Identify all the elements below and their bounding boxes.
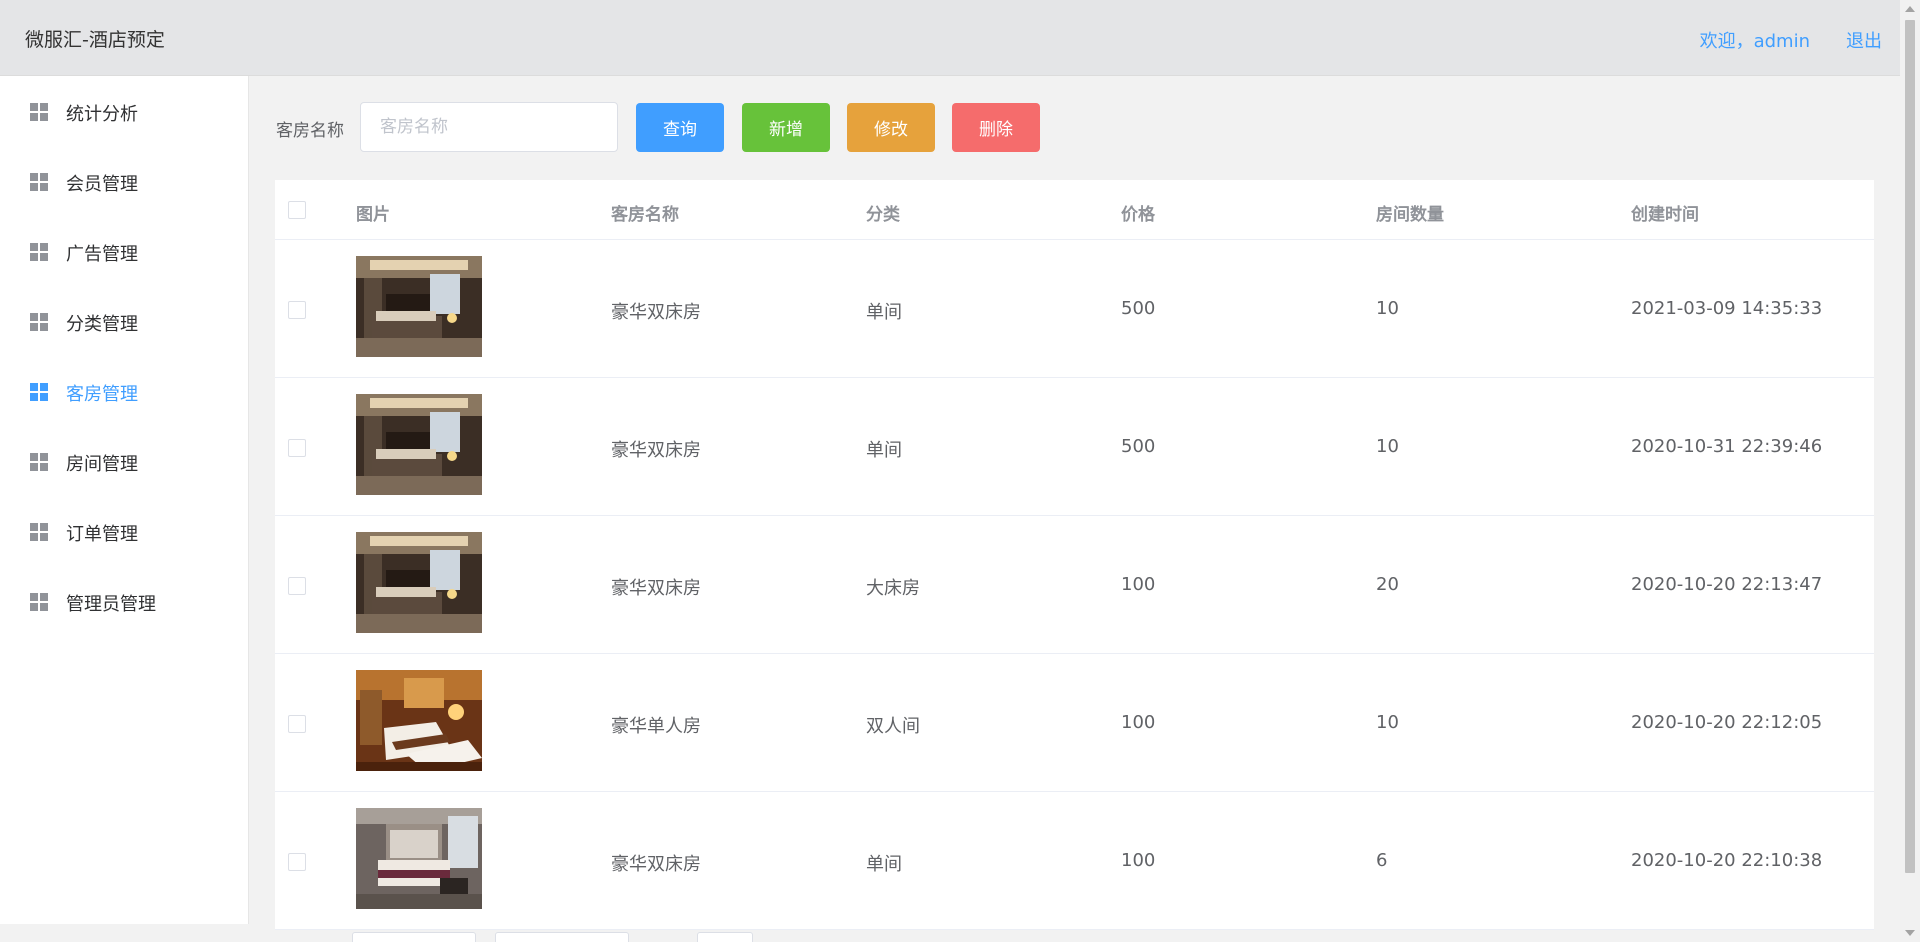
room-count-cell: 10 bbox=[1376, 712, 1399, 733]
sidebar-item-statistics[interactable]: 统计分析 bbox=[0, 76, 249, 146]
sidebar-item-label: 分类管理 bbox=[66, 314, 138, 335]
room-thumbnail bbox=[356, 256, 482, 357]
price-cell: 100 bbox=[1121, 712, 1156, 733]
select-all-checkbox[interactable] bbox=[288, 201, 306, 219]
sidebar-item-orders[interactable]: 订单管理 bbox=[0, 496, 249, 566]
pagination-control[interactable] bbox=[495, 932, 629, 942]
table-row[interactable]: 豪华双床房 单间 100 6 2020-10-20 22:10:38 bbox=[275, 792, 1874, 930]
table-row[interactable]: 豪华双床房 单间 500 10 2021-03-09 14:35:33 bbox=[275, 240, 1874, 378]
scroll-down-arrow-icon[interactable] bbox=[1905, 930, 1915, 936]
room-thumbnail bbox=[356, 532, 482, 633]
price-cell: 100 bbox=[1121, 850, 1156, 871]
room-name-search-input[interactable] bbox=[360, 102, 618, 152]
app-title: 微服汇-酒店预定 bbox=[25, 29, 165, 51]
sidebar: 统计分析 会员管理 广告管理 分类管理 客房管理 房间管理 订单管理 管理员管理 bbox=[0, 76, 249, 924]
grid-icon bbox=[30, 383, 48, 401]
row-checkbox[interactable] bbox=[288, 439, 306, 457]
query-button[interactable]: 查询 bbox=[636, 103, 724, 152]
created-time-cell: 2020-10-20 22:13:47 bbox=[1631, 574, 1823, 595]
grid-icon bbox=[30, 453, 48, 471]
sidebar-item-room-types[interactable]: 客房管理 bbox=[0, 356, 249, 426]
sidebar-item-label: 客房管理 bbox=[66, 384, 138, 405]
category-cell: 单间 bbox=[866, 302, 902, 323]
sidebar-item-label: 广告管理 bbox=[66, 244, 138, 265]
sidebar-item-members[interactable]: 会员管理 bbox=[0, 146, 249, 216]
grid-icon bbox=[30, 243, 48, 261]
table-row[interactable]: 豪华单人房 双人间 100 10 2020-10-20 22:12:05 bbox=[275, 654, 1874, 792]
room-count-cell: 10 bbox=[1376, 298, 1399, 319]
created-time-cell: 2020-10-20 22:10:38 bbox=[1631, 850, 1823, 871]
pagination-control[interactable] bbox=[352, 932, 476, 942]
column-header-room-count: 房间数量 bbox=[1376, 205, 1444, 225]
row-checkbox[interactable] bbox=[288, 853, 306, 871]
room-count-cell: 6 bbox=[1376, 850, 1388, 871]
scrollbar-thumb[interactable] bbox=[1905, 20, 1915, 873]
logout-link[interactable]: 退出 bbox=[1846, 27, 1882, 53]
room-name-cell: 豪华单人房 bbox=[611, 716, 701, 737]
room-thumbnail bbox=[356, 670, 482, 771]
room-table: 图片 客房名称 分类 价格 房间数量 创建时间 豪华双床房 单间 500 10 … bbox=[275, 180, 1874, 930]
main-content: 客房名称 查询 新增 修改 删除 图片 客房名称 分类 价格 房间数量 创建时间 bbox=[250, 76, 1900, 942]
table-row[interactable]: 豪华双床房 大床房 100 20 2020-10-20 22:13:47 bbox=[275, 516, 1874, 654]
price-cell: 500 bbox=[1121, 436, 1156, 457]
sidebar-item-admins[interactable]: 管理员管理 bbox=[0, 566, 249, 636]
sidebar-item-rooms[interactable]: 房间管理 bbox=[0, 426, 249, 496]
created-time-cell: 2021-03-09 14:35:33 bbox=[1631, 298, 1823, 319]
sidebar-item-label: 统计分析 bbox=[66, 104, 138, 125]
category-cell: 双人间 bbox=[866, 716, 920, 737]
room-name-cell: 豪华双床房 bbox=[611, 302, 701, 323]
grid-icon bbox=[30, 103, 48, 121]
category-cell: 单间 bbox=[866, 440, 902, 461]
sidebar-item-label: 房间管理 bbox=[66, 454, 138, 475]
category-cell: 单间 bbox=[866, 854, 902, 875]
column-header-category: 分类 bbox=[866, 205, 900, 225]
grid-icon bbox=[30, 313, 48, 331]
created-time-cell: 2020-10-31 22:39:46 bbox=[1631, 436, 1823, 457]
created-time-cell: 2020-10-20 22:12:05 bbox=[1631, 712, 1823, 733]
sidebar-item-categories[interactable]: 分类管理 bbox=[0, 286, 249, 356]
table-row[interactable]: 豪华双床房 单间 500 10 2020-10-31 22:39:46 bbox=[275, 378, 1874, 516]
grid-icon bbox=[30, 523, 48, 541]
price-cell: 500 bbox=[1121, 298, 1156, 319]
row-checkbox[interactable] bbox=[288, 301, 306, 319]
room-name-cell: 豪华双床房 bbox=[611, 854, 701, 875]
grid-icon bbox=[30, 173, 48, 191]
pagination-control[interactable] bbox=[697, 932, 753, 942]
sidebar-item-ads[interactable]: 广告管理 bbox=[0, 216, 249, 286]
welcome-user-link[interactable]: 欢迎，admin bbox=[1700, 27, 1810, 53]
top-header: 微服汇-酒店预定 欢迎，admin 退出 bbox=[0, 0, 1900, 76]
category-cell: 大床房 bbox=[866, 578, 920, 599]
table-header-row: 图片 客房名称 分类 价格 房间数量 创建时间 bbox=[275, 180, 1874, 240]
column-header-created-time: 创建时间 bbox=[1631, 205, 1699, 225]
sidebar-item-label: 管理员管理 bbox=[66, 594, 156, 615]
sidebar-item-label: 订单管理 bbox=[66, 524, 138, 545]
column-header-image: 图片 bbox=[356, 205, 390, 225]
delete-button[interactable]: 删除 bbox=[952, 103, 1040, 152]
grid-icon bbox=[30, 593, 48, 611]
page-scrollbar[interactable] bbox=[1900, 0, 1920, 942]
room-name-cell: 豪华双床房 bbox=[611, 440, 701, 461]
column-header-price: 价格 bbox=[1121, 205, 1155, 225]
row-checkbox[interactable] bbox=[288, 715, 306, 733]
edit-button[interactable]: 修改 bbox=[847, 103, 935, 152]
column-header-name: 客房名称 bbox=[611, 205, 679, 225]
row-checkbox[interactable] bbox=[288, 577, 306, 595]
scroll-up-arrow-icon[interactable] bbox=[1905, 6, 1915, 12]
sidebar-item-label: 会员管理 bbox=[66, 174, 138, 195]
add-button[interactable]: 新增 bbox=[742, 103, 830, 152]
room-name-cell: 豪华双床房 bbox=[611, 578, 701, 599]
search-label: 客房名称 bbox=[276, 121, 344, 141]
price-cell: 100 bbox=[1121, 574, 1156, 595]
room-thumbnail bbox=[356, 808, 482, 909]
room-count-cell: 10 bbox=[1376, 436, 1399, 457]
room-thumbnail bbox=[356, 394, 482, 495]
room-count-cell: 20 bbox=[1376, 574, 1399, 595]
